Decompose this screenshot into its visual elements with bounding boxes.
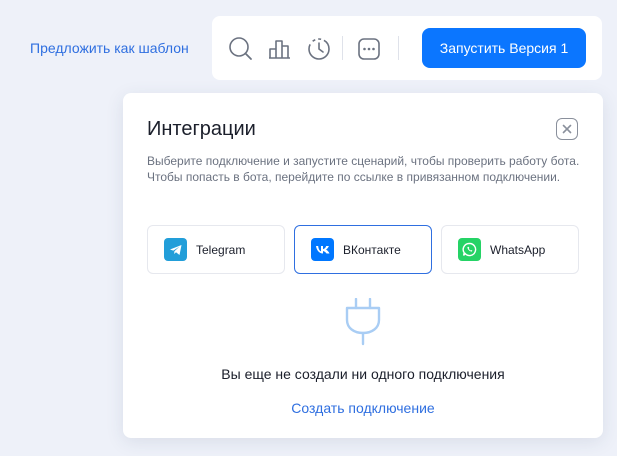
plug-icon bbox=[344, 297, 382, 351]
channel-label: WhatsApp bbox=[490, 242, 546, 257]
channel-card-vkontakte[interactable]: ВКонтакте bbox=[294, 225, 432, 274]
channel-card-whatsapp[interactable]: WhatsApp bbox=[441, 225, 579, 274]
bar-chart-icon[interactable] bbox=[267, 36, 293, 62]
channel-label: ВКонтакте bbox=[343, 242, 401, 257]
whatsapp-icon bbox=[458, 238, 481, 261]
toolbar-divider bbox=[398, 36, 399, 60]
panel-description: Выберите подключение и запустите сценари… bbox=[147, 154, 580, 184]
panel-title: Интеграции bbox=[147, 118, 256, 140]
channel-label: Telegram bbox=[196, 242, 246, 257]
more-icon[interactable] bbox=[356, 36, 382, 62]
search-icon[interactable] bbox=[228, 36, 254, 62]
suggest-template-link[interactable]: Предложить как шаблон bbox=[30, 40, 189, 56]
empty-state-text: Вы еще не создали ни одного подключения bbox=[221, 366, 505, 382]
channel-card-telegram[interactable]: Telegram bbox=[147, 225, 285, 274]
telegram-icon bbox=[164, 238, 187, 261]
integrations-panel: Интеграции Выберите подключение и запуст… bbox=[123, 93, 603, 438]
top-toolbar: Запустить Версия 1 bbox=[212, 16, 602, 80]
history-icon[interactable] bbox=[306, 36, 332, 62]
run-version-button[interactable]: Запустить Версия 1 bbox=[422, 28, 586, 68]
vk-icon bbox=[311, 238, 334, 261]
toolbar-divider bbox=[342, 36, 343, 60]
create-connection-link[interactable]: Создать подключение bbox=[123, 400, 603, 416]
close-icon bbox=[562, 124, 572, 134]
close-button[interactable] bbox=[556, 118, 578, 140]
